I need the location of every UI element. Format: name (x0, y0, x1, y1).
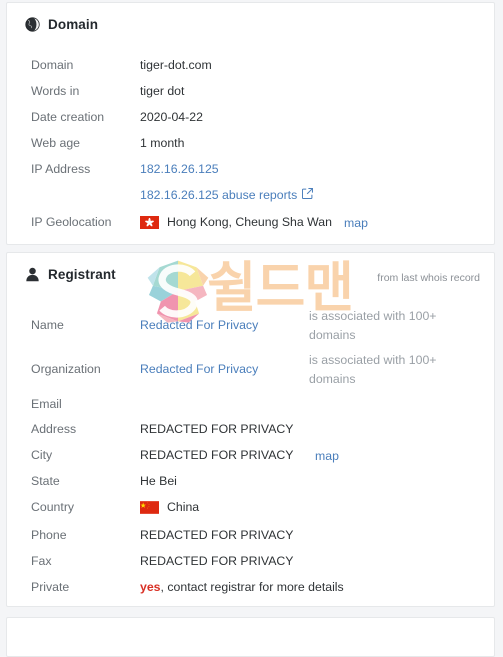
abuse-reports-link[interactable]: 182.16.26.125 abuse reports (140, 188, 297, 202)
row-value-private: yes , contact registrar for more details (140, 580, 344, 594)
globe-icon (25, 17, 40, 32)
table-row: State He Bei (7, 471, 494, 491)
table-row: City REDACTED FOR PRIVACY map (7, 445, 494, 465)
map-link-geolocation[interactable]: map (344, 216, 368, 230)
table-row: 182.16.26.125 abuse reports (7, 185, 494, 205)
private-note: , contact registrar for more details (160, 580, 344, 594)
row-label: Domain (31, 58, 74, 72)
table-row: Address REDACTED FOR PRIVACY (7, 419, 494, 439)
table-row: IP Address 182.16.26.125 (7, 159, 494, 179)
domain-card-title: Domain (48, 17, 99, 32)
table-row: IP Geolocation Hong Kong, Cheung Sha Wan… (7, 212, 494, 232)
row-value-address: REDACTED FOR PRIVACY (140, 422, 294, 436)
row-value-ip-geolocation: Hong Kong, Cheung Sha Wan (140, 215, 332, 229)
table-row: Domain tiger-dot.com (7, 55, 494, 75)
row-value-words-in: tiger dot (140, 84, 185, 98)
registrant-organization-link[interactable]: Redacted For Privacy (140, 362, 258, 376)
row-label: Fax (31, 554, 52, 568)
external-link-icon (302, 188, 314, 202)
row-label: Date creation (31, 110, 105, 124)
table-row: Phone REDACTED FOR PRIVACY (7, 525, 494, 545)
row-value-state: He Bei (140, 474, 177, 488)
registrant-organization-association: is associated with 100+ domains (309, 353, 437, 386)
domain-card-header: Domain (25, 17, 98, 32)
row-label: Phone (31, 528, 67, 542)
row-label: Name (31, 318, 64, 332)
row-label: Web age (31, 136, 80, 150)
row-label: City (31, 448, 53, 462)
abuse-reports-wrap: 182.16.26.125 abuse reports (140, 188, 314, 202)
row-label: Organization (31, 362, 101, 376)
row-label: Address (31, 422, 77, 436)
hong-kong-flag (140, 215, 159, 229)
table-row: Country China (7, 497, 494, 517)
row-value-phone: REDACTED FOR PRIVACY (140, 528, 294, 542)
registrant-card-title: Registrant (48, 267, 116, 282)
domain-card: Domain Domain tiger-dot.com Words in tig… (6, 2, 495, 245)
row-value-country: China (140, 500, 199, 514)
registrant-card-header: Registrant (25, 267, 116, 282)
row-value-city: REDACTED FOR PRIVACY (140, 448, 294, 462)
row-label: Country (31, 500, 75, 514)
user-icon (25, 267, 40, 282)
china-flag (140, 500, 159, 514)
ip-address-link[interactable]: 182.16.26.125 (140, 162, 219, 176)
row-label: Email (31, 397, 62, 411)
row-value-fax: REDACTED FOR PRIVACY (140, 554, 294, 568)
country-text: China (167, 500, 200, 514)
row-label: IP Geolocation (31, 215, 112, 229)
row-value-domain: tiger-dot.com (140, 58, 212, 72)
ip-geolocation-text: Hong Kong, Cheung Sha Wan (167, 215, 332, 229)
row-label: State (31, 474, 60, 488)
registrant-name-association: is associated with 100+ domains (309, 309, 437, 342)
whois-source-note: from last whois record (377, 272, 480, 284)
private-status-badge: yes (140, 580, 161, 594)
map-link-city[interactable]: map (315, 449, 339, 463)
row-value-date-creation: 2020-04-22 (140, 110, 203, 124)
table-row: Web age 1 month (7, 133, 494, 153)
row-label: Words in (31, 84, 80, 98)
row-label: IP Address (31, 162, 91, 176)
registrant-card: Registrant from last whois record Name R… (6, 252, 495, 607)
table-row: Words in tiger dot (7, 81, 494, 101)
table-row: Date creation 2020-04-22 (7, 107, 494, 127)
row-value-web-age: 1 month (140, 136, 185, 150)
table-row: Private yes , contact registrar for more… (7, 577, 494, 597)
table-row: Fax REDACTED FOR PRIVACY (7, 551, 494, 571)
row-label: Private (31, 580, 70, 594)
table-row: Email (7, 394, 494, 414)
registrant-name-link[interactable]: Redacted For Privacy (140, 318, 258, 332)
next-card-partial (6, 617, 495, 657)
